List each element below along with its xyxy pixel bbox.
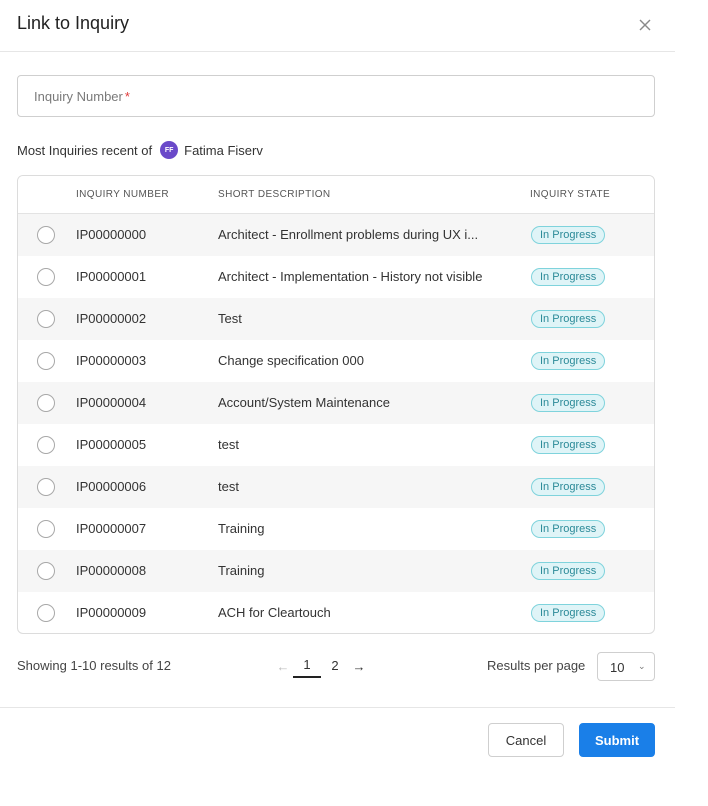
row-radio[interactable] — [37, 394, 55, 412]
short-description-cell: Training — [218, 521, 265, 536]
status-badge: In Progress — [531, 394, 606, 412]
inquiry-number-cell: IP00000005 — [76, 437, 147, 452]
short-description-cell: Account/System Maintenance — [218, 395, 390, 410]
required-mark: * — [124, 89, 130, 104]
inquiry-number-input[interactable]: Inquiry Number * — [17, 75, 655, 117]
status-badge: In Progress — [531, 226, 606, 244]
inquiries-table: INQUIRY NUMBER SHORT DESCRIPTION INQUIRY… — [17, 175, 655, 634]
inquiry-number-cell: IP00000009 — [76, 605, 147, 620]
dialog-title: Link to Inquiry — [17, 13, 130, 33]
page-2-button[interactable]: 2 — [321, 656, 349, 677]
row-radio[interactable] — [37, 310, 55, 328]
table-header: INQUIRY NUMBER SHORT DESCRIPTION INQUIRY… — [18, 176, 654, 214]
inquiry-number-cell: IP00000008 — [76, 563, 147, 578]
status-badge: In Progress — [531, 520, 606, 538]
page-1-button[interactable]: 1 — [293, 655, 321, 678]
table-row[interactable]: IP00000009 ACH for Cleartouch In Progress — [18, 592, 654, 633]
table-row[interactable]: IP00000003 Change specification 000 In Pro… — [18, 340, 654, 382]
status-badge: In Progress — [531, 310, 606, 328]
status-badge: In Progress — [531, 268, 606, 286]
short-description-cell: Change specification 000 — [218, 353, 364, 368]
short-description-cell: Test — [218, 311, 242, 326]
results-per-page-select[interactable]: 10 ⌄ — [597, 652, 655, 681]
short-description-cell: Training — [218, 563, 265, 578]
table-row[interactable]: IP00000004 Account/System Maintenance In P… — [18, 382, 654, 424]
row-radio[interactable] — [37, 562, 55, 580]
table-row[interactable]: IP00000006 test In Progress — [18, 466, 654, 508]
pagination-bar: Showing 1-10 results of 12 ← 1 2 → Resul… — [17, 651, 655, 681]
row-radio[interactable] — [37, 478, 55, 496]
results-per-page-value: 10 — [610, 660, 625, 675]
user-name: Fatima Fiserv — [184, 142, 263, 158]
avatar: FF — [160, 141, 179, 159]
inquiry-number-cell: IP00000003 — [76, 353, 147, 368]
next-page-arrow-icon[interactable]: → — [349, 659, 369, 674]
header-inquiry-state: INQUIRY STATE — [530, 189, 611, 200]
header-short-description: SHORT DESCRIPTION — [218, 189, 331, 200]
short-description-cell: Architect - Implementation - History not… — [218, 269, 483, 284]
chevron-down-icon: ⌄ — [638, 661, 646, 671]
short-description-cell: test — [218, 437, 239, 452]
status-badge: In Progress — [531, 436, 606, 454]
prev-page-arrow-icon[interactable]: ← — [273, 659, 293, 674]
table-row[interactable]: IP00000008 Training In Progress — [18, 550, 654, 592]
close-icon[interactable] — [634, 14, 656, 36]
close-icon-glyph — [639, 19, 651, 31]
results-per-page-label: Results per page — [487, 658, 586, 673]
table-row[interactable]: IP00000000 Architect - Enrollment problem… — [18, 214, 654, 256]
row-radio[interactable] — [37, 604, 55, 622]
row-radio[interactable] — [37, 436, 55, 454]
inquiry-number-cell: IP00000002 — [76, 311, 147, 326]
short-description-cell: Architect - Enrollment problems during U… — [218, 227, 479, 242]
pager: ← 1 2 → — [273, 655, 369, 678]
inquiry-number-cell: IP00000004 — [76, 395, 147, 410]
row-radio[interactable] — [37, 520, 55, 538]
status-badge: In Progress — [531, 352, 606, 370]
showing-results-text: Showing 1-10 results of 12 — [17, 658, 171, 673]
table-row[interactable]: IP00000001 Architect - Implementation - H… — [18, 256, 654, 298]
table-row[interactable]: IP00000007 Training In Progress — [18, 508, 654, 550]
inquiry-number-placeholder: Inquiry Number * — [34, 89, 130, 104]
header-inquiry-number: INQUIRY NUMBER — [76, 189, 170, 200]
short-description-cell: ACH for Cleartouch — [218, 605, 331, 620]
inquiry-number-cell: IP00000007 — [76, 521, 147, 536]
table-row[interactable]: IP00000002 Test In Progress — [18, 298, 654, 340]
row-radio[interactable] — [37, 268, 55, 286]
footer-divider — [0, 707, 675, 708]
status-badge: In Progress — [531, 604, 606, 622]
recent-prefix: Most Inquiries recent of — [17, 142, 153, 158]
short-description-cell: test — [218, 479, 239, 494]
cancel-button[interactable]: Cancel — [488, 723, 564, 757]
dialog-header: Link to Inquiry — [0, 0, 675, 52]
row-radio[interactable] — [37, 352, 55, 370]
submit-button[interactable]: Submit — [579, 723, 655, 757]
inquiry-number-cell: IP00000000 — [76, 227, 147, 242]
table-row[interactable]: IP00000005 test In Progress — [18, 424, 654, 466]
status-badge: In Progress — [531, 562, 606, 580]
row-radio[interactable] — [37, 226, 55, 244]
inquiry-number-cell: IP00000001 — [76, 269, 147, 284]
inquiry-number-cell: IP00000006 — [76, 479, 147, 494]
recent-inquiries-caption: Most Inquiries recent of FF Fatima Fiser… — [17, 141, 263, 159]
status-badge: In Progress — [531, 478, 606, 496]
link-to-inquiry-dialog: Link to Inquiry Inquiry Number * Most Inq… — [0, 0, 675, 806]
table-body: IP00000000 Architect - Enrollment problem… — [18, 214, 654, 633]
